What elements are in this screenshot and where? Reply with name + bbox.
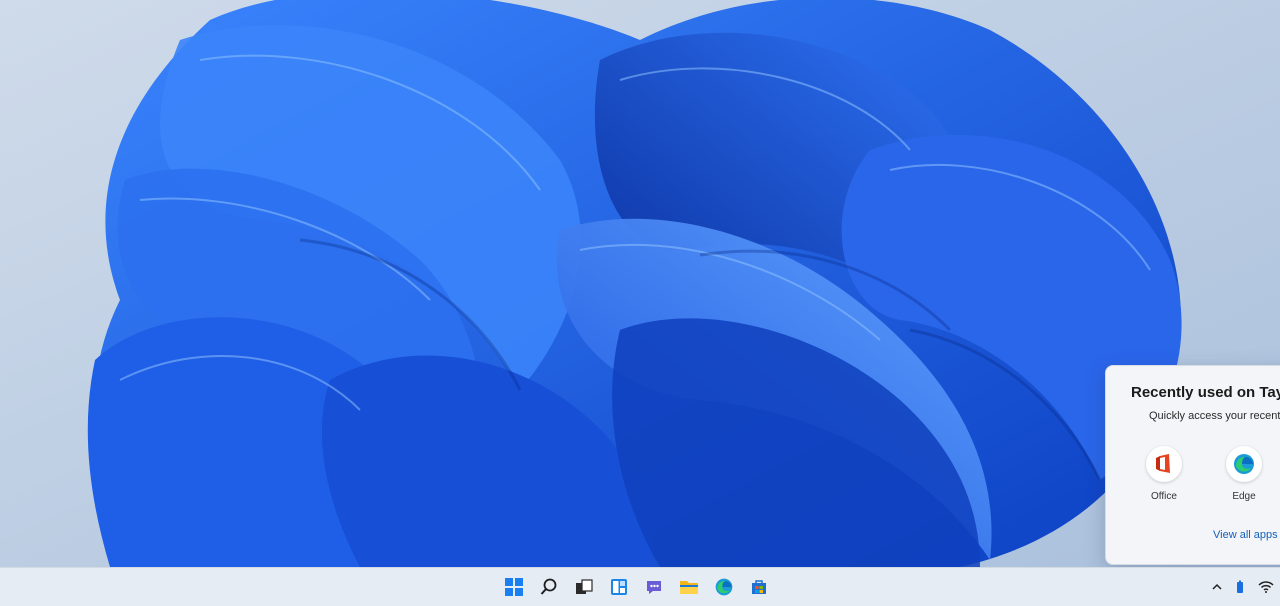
- chevron-up-icon[interactable]: [1212, 582, 1222, 592]
- edge-icon: [1226, 446, 1262, 482]
- desktop: [0, 0, 1280, 567]
- widgets-icon[interactable]: [605, 572, 632, 602]
- recently-used-popup: Recently used on Tay Quickly access your…: [1105, 365, 1280, 565]
- app-tile-office[interactable]: Office: [1134, 446, 1194, 502]
- start-icon[interactable]: [500, 572, 527, 602]
- store-icon[interactable]: [745, 572, 772, 602]
- file-explorer-icon[interactable]: [675, 572, 702, 602]
- chat-icon[interactable]: [640, 572, 667, 602]
- edge-taskbar-icon[interactable]: [710, 572, 737, 602]
- popup-subtitle: Quickly access your recentl: [1149, 410, 1280, 422]
- taskbar-pinned-apps: [500, 568, 772, 606]
- system-tray: [1212, 568, 1280, 606]
- app-tile-edge[interactable]: Edge: [1214, 446, 1274, 502]
- search-icon[interactable]: [535, 572, 562, 602]
- popup-title: Recently used on Tay: [1131, 384, 1280, 401]
- taskbar: [0, 567, 1280, 606]
- view-all-apps-link[interactable]: View all apps: [1213, 529, 1278, 541]
- app-label-edge: Edge: [1232, 491, 1256, 502]
- task-view-icon[interactable]: [570, 572, 597, 602]
- battery-icon[interactable]: [1236, 580, 1244, 594]
- wifi-icon[interactable]: [1258, 580, 1274, 594]
- wallpaper-bloom: [0, 0, 1280, 567]
- app-label-office: Office: [1151, 491, 1177, 502]
- office-icon: [1146, 446, 1182, 482]
